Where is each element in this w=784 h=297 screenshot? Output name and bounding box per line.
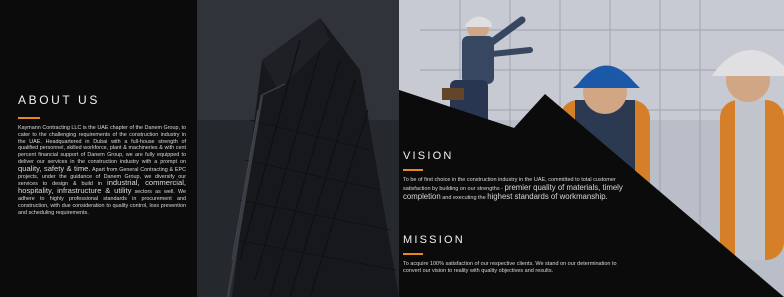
vision-accent-rule <box>403 169 423 171</box>
vision-heading: VISION <box>403 150 454 162</box>
about-body-part-1: Kaymann Contracting LLC is the UAE chapt… <box>18 125 186 165</box>
mission-heading: MISSION <box>403 234 465 246</box>
mission-body: To acquire 100% satisfaction of our resp… <box>403 261 617 274</box>
vision-body-part-2: and executing the <box>442 195 486 201</box>
vision-section: VISION To be of first choice in the cons… <box>403 150 635 202</box>
page: ABOUT US Kaymann Contracting LLC is the … <box>0 0 784 297</box>
about-emphasis-1: quality, safety & time. <box>18 163 91 173</box>
about-accent-rule <box>18 117 40 119</box>
building-photo <box>197 0 399 297</box>
vision-emphasis-2: highest standards of workmanship. <box>487 192 608 201</box>
mission-accent-rule <box>403 253 423 255</box>
about-body: Kaymann Contracting LLC is the UAE chapt… <box>18 125 186 216</box>
vision-body: To be of first choice in the constructio… <box>403 177 635 202</box>
about-heading: ABOUT US <box>18 93 100 107</box>
about-section: ABOUT US Kaymann Contracting LLC is the … <box>18 93 186 216</box>
mission-section: MISSION To acquire 100% satisfaction of … <box>403 234 635 275</box>
